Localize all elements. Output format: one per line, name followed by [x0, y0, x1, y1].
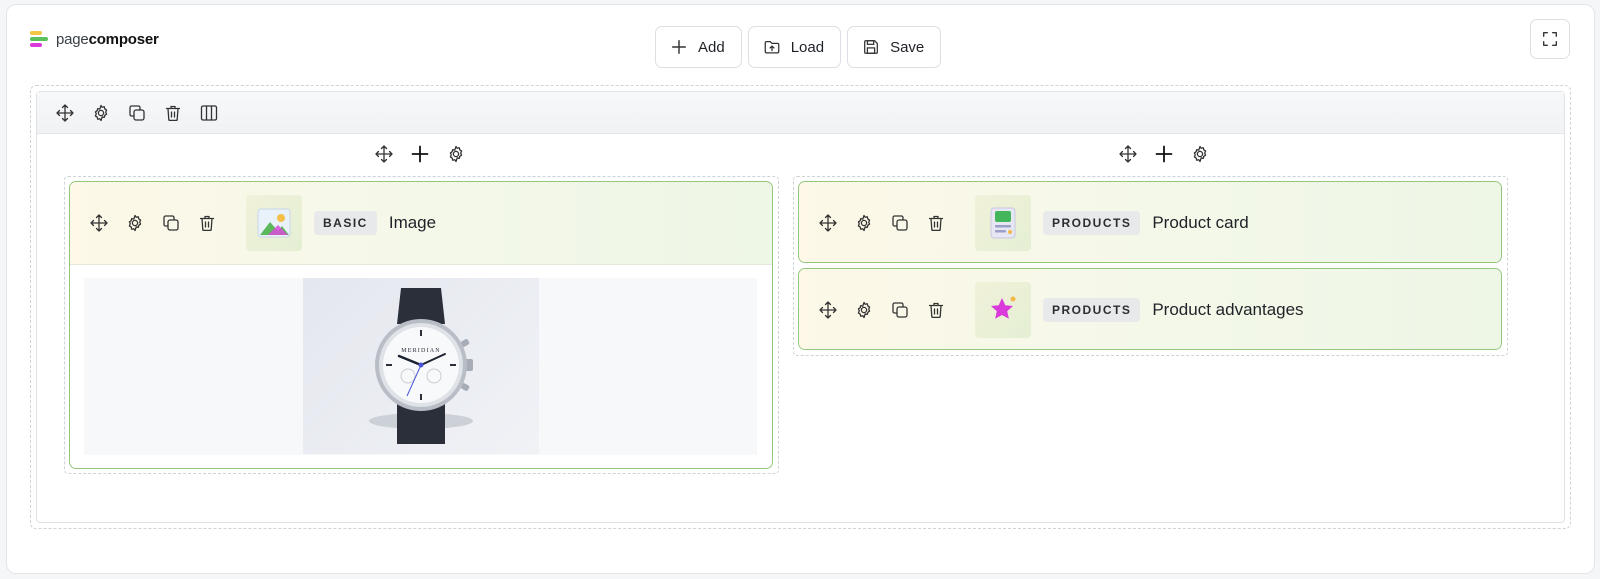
folder-upload-icon [764, 40, 780, 54]
gear-icon[interactable] [125, 213, 145, 233]
category-badge: PRODUCTS [1043, 298, 1141, 322]
watch-brand-text: MERIDIAN [401, 348, 441, 354]
watch-image: MERIDIAN [303, 278, 539, 454]
gear-icon[interactable] [1190, 144, 1210, 164]
gear-icon[interactable] [446, 144, 466, 164]
product-card-thumb-icon [975, 195, 1031, 251]
gear-icon[interactable] [854, 213, 874, 233]
trash-icon[interactable] [197, 213, 217, 233]
floppy-disk-icon [864, 40, 879, 54]
columns-icon[interactable] [199, 103, 219, 123]
move-icon[interactable] [89, 213, 109, 233]
logo-mark-icon [30, 30, 48, 48]
logo-text: pagecomposer [56, 31, 159, 48]
product-advantages-block[interactable]: PRODUCTS Product advantages [798, 268, 1502, 350]
logo-text-prefix: page [56, 30, 89, 48]
move-icon[interactable] [818, 213, 838, 233]
trash-icon[interactable] [163, 103, 183, 123]
add-button[interactable]: Add [655, 26, 742, 68]
save-button[interactable]: Save [847, 26, 942, 68]
trash-icon[interactable] [926, 300, 946, 320]
category-badge: PRODUCTS [1043, 211, 1141, 235]
duplicate-icon[interactable] [890, 300, 910, 320]
duplicate-icon[interactable] [127, 103, 147, 123]
fullscreen-button[interactable] [1530, 19, 1570, 59]
gear-icon[interactable] [854, 300, 874, 320]
save-button-label: Save [890, 38, 925, 56]
duplicate-icon[interactable] [890, 213, 910, 233]
right-column-tools [1118, 144, 1210, 164]
gear-icon[interactable] [91, 103, 111, 123]
block-title: Product card [1152, 213, 1249, 232]
logo-text-suffix: composer [88, 30, 159, 48]
block-title: Image [388, 213, 437, 232]
move-icon[interactable] [374, 144, 394, 164]
fullscreen-icon [1543, 32, 1557, 46]
row-toolbar [37, 92, 1564, 134]
plus-icon[interactable] [1154, 144, 1174, 164]
move-icon[interactable] [818, 300, 838, 320]
left-column-tools [374, 144, 466, 164]
duplicate-icon[interactable] [161, 213, 181, 233]
load-button[interactable]: Load [747, 26, 842, 68]
move-icon[interactable] [55, 103, 75, 123]
image-block-header: BASIC Image [70, 182, 772, 264]
product-card-block[interactable]: PRODUCTS Product card [798, 181, 1502, 263]
main-toolbar: Add Load Save [655, 26, 942, 68]
load-button-label: Load [790, 38, 825, 56]
product-advantages-block-header: PRODUCTS Product advantages [799, 269, 1501, 349]
product-card-block-header: PRODUCTS Product card [799, 182, 1501, 262]
add-button-label: Add [698, 38, 725, 56]
star-thumb-icon [975, 282, 1031, 338]
layout-row: BASIC Image MERIDIAN PRODUCTS Product ca… [36, 91, 1565, 523]
block-title: Product advantages [1152, 300, 1304, 319]
image-thumb-icon [246, 195, 302, 251]
trash-icon[interactable] [926, 213, 946, 233]
category-badge: BASIC [314, 211, 377, 235]
plus-icon [671, 39, 687, 55]
plus-icon[interactable] [410, 144, 430, 164]
app-logo: pagecomposer [30, 30, 159, 48]
move-icon[interactable] [1118, 144, 1138, 164]
image-block[interactable]: BASIC Image MERIDIAN [69, 181, 773, 469]
